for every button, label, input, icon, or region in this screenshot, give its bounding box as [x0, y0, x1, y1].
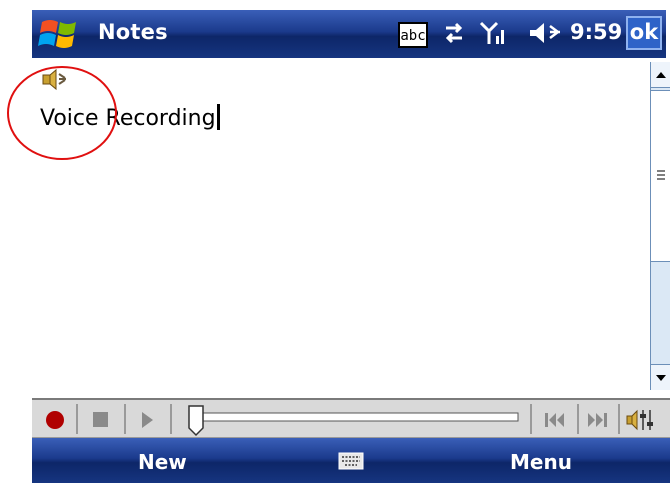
- scroll-thumb[interactable]: [651, 90, 670, 262]
- menu-softkey[interactable]: Menu: [510, 450, 572, 474]
- volume-icon[interactable]: [528, 18, 564, 48]
- note-editor[interactable]: Voice Recording: [32, 58, 644, 398]
- voice-recording-label[interactable]: Voice Recording: [40, 106, 216, 131]
- text-cursor: [216, 104, 220, 130]
- separator: [124, 404, 126, 434]
- separator: [577, 404, 579, 434]
- record-icon[interactable]: [40, 404, 70, 434]
- vertical-scrollbar[interactable]: [650, 62, 670, 390]
- start-menu-icon[interactable]: [36, 14, 88, 54]
- separator: [530, 404, 532, 434]
- separator: [76, 404, 78, 434]
- input-mode-indicator[interactable]: abc: [398, 22, 428, 48]
- scroll-down-arrow-icon: [656, 375, 666, 381]
- new-softkey[interactable]: New: [138, 450, 187, 474]
- separator: [618, 404, 620, 434]
- softkey-bar: New Menu: [32, 438, 670, 483]
- note-text[interactable]: Voice Recording: [40, 104, 220, 131]
- separator: [170, 404, 172, 434]
- volume-settings-icon[interactable]: [625, 404, 657, 434]
- scroll-up-arrow-icon: [656, 72, 666, 78]
- playback-position-slider[interactable]: [192, 410, 520, 424]
- recording-toolbar: [32, 398, 670, 438]
- ok-button[interactable]: ok: [626, 16, 662, 50]
- grip-icon: [657, 170, 665, 180]
- scroll-down-button[interactable]: [651, 364, 670, 390]
- play-icon[interactable]: [132, 404, 162, 434]
- connectivity-icon[interactable]: [442, 18, 466, 48]
- keyboard-icon[interactable]: [338, 452, 364, 470]
- speaker-icon[interactable]: [41, 66, 67, 92]
- scroll-up-button[interactable]: [651, 62, 670, 88]
- skip-back-icon[interactable]: [540, 404, 570, 434]
- slider-thumb[interactable]: [186, 404, 206, 438]
- skip-forward-icon[interactable]: [582, 404, 612, 434]
- clock: 9:59: [570, 20, 623, 44]
- app-title: Notes: [98, 20, 168, 44]
- signal-icon[interactable]: [478, 18, 508, 48]
- title-bar: Notes abc 9:59 ok: [32, 10, 666, 58]
- stop-icon[interactable]: [86, 404, 116, 434]
